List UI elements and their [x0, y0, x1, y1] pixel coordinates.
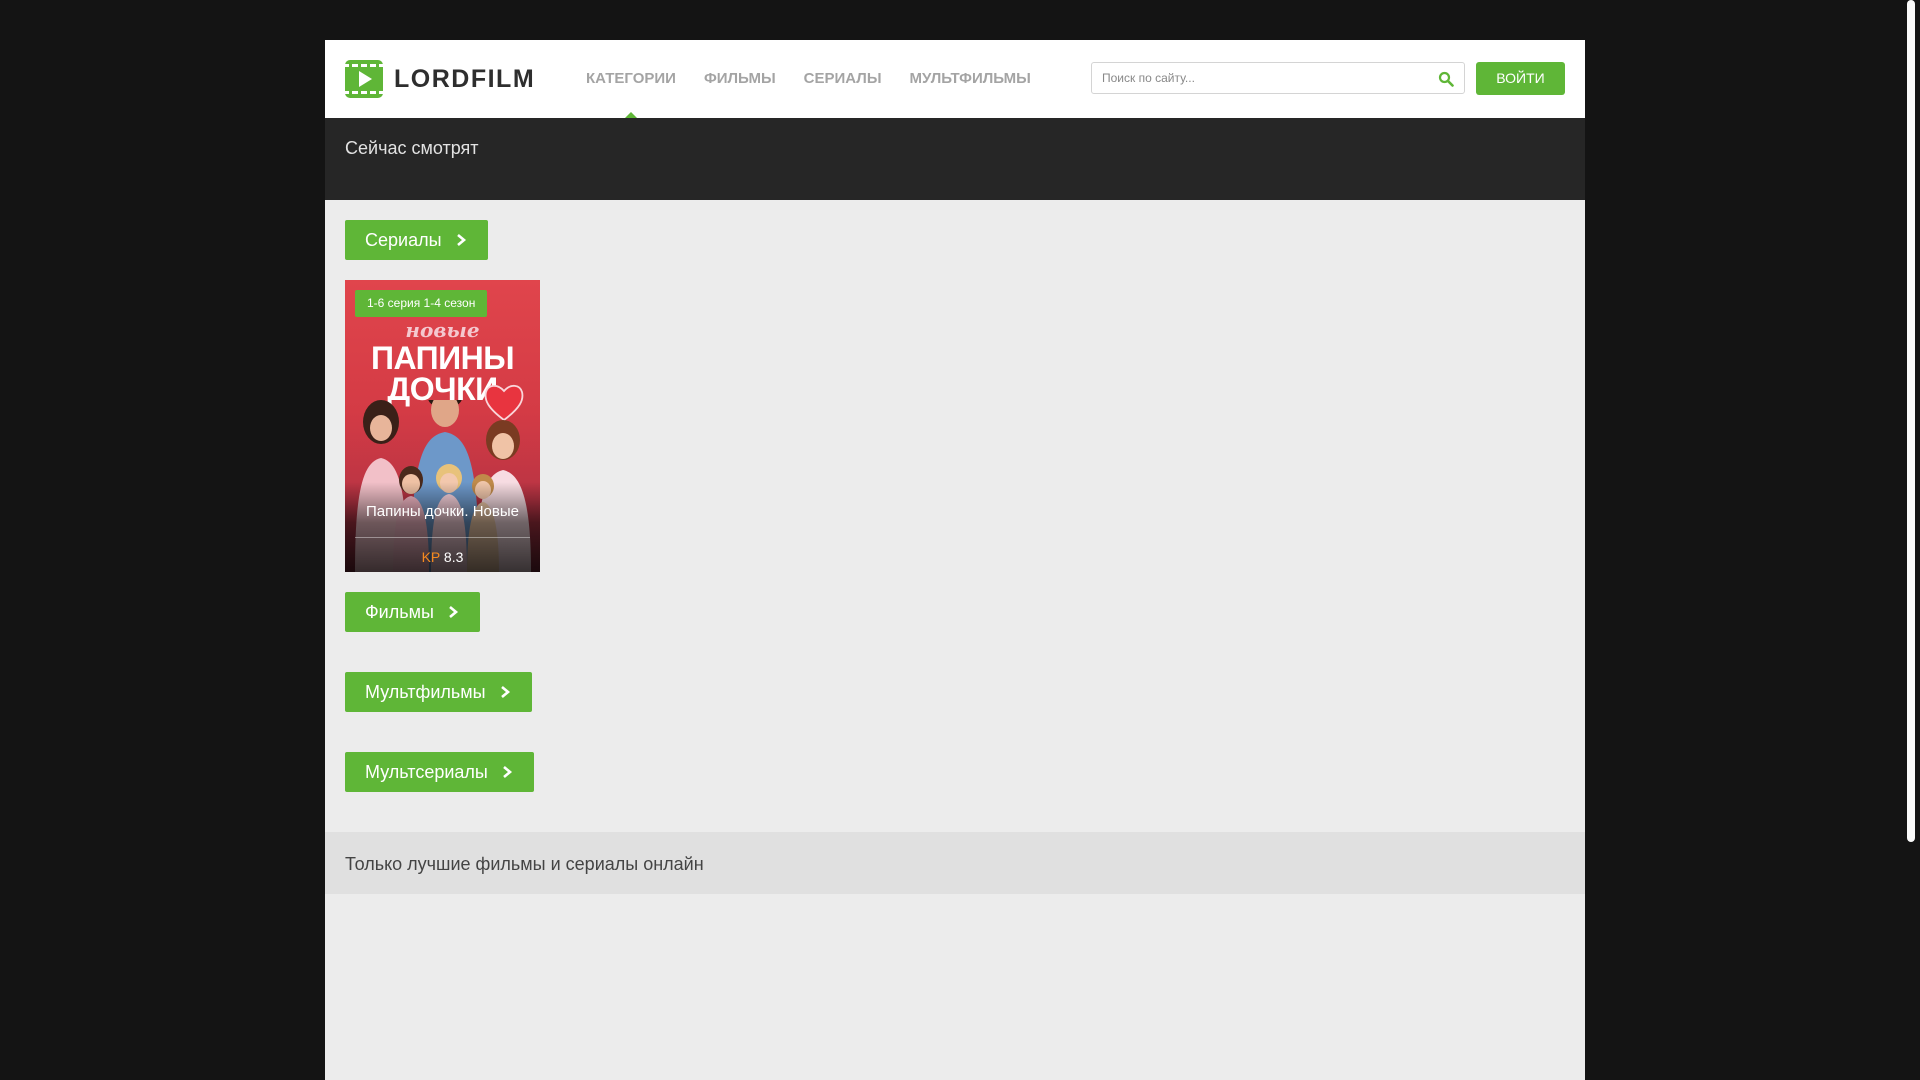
search-icon[interactable]: [1438, 71, 1454, 87]
now-watching-band: Сейчас смотрят: [325, 118, 1585, 200]
episode-badge: 1-6 серия 1-4 сезон: [355, 290, 488, 317]
movie-card[interactable]: новые ПАПИНЫ ДОЧКИ 1-6 серия 1-4 сезон П…: [345, 280, 540, 572]
rating-label: KP: [421, 549, 441, 565]
main-nav: КАТЕГОРИИ ФИЛЬМЫ СЕРИАЛЫ МУЛЬТФИЛЬМЫ: [572, 40, 1045, 118]
card-title: Папины дочки. Новые: [366, 503, 519, 520]
rating-value: 8.3: [443, 549, 464, 565]
now-watching-title: Сейчас смотрят: [345, 138, 479, 158]
poster-text: ПАПИНЫ: [370, 340, 515, 376]
nav-item-series[interactable]: СЕРИАЛЫ: [790, 40, 896, 118]
site-logo[interactable]: LORDFILM: [345, 60, 535, 98]
site-header: LORDFILM КАТЕГОРИИ ФИЛЬМЫ СЕРИАЛЫ МУЛЬТФ…: [325, 40, 1585, 118]
card-rating: KP 8.3: [345, 549, 540, 565]
scrollbar[interactable]: [1903, 0, 1920, 1080]
footer-band: Только лучшие фильмы и сериалы онлайн: [325, 832, 1585, 894]
section-label: Фильмы: [365, 602, 434, 622]
login-button[interactable]: ВОЙТИ: [1476, 62, 1565, 95]
chevron-right-icon: [503, 766, 512, 778]
section-button-cartoons[interactable]: Мультфильмы: [345, 672, 532, 712]
chevron-right-icon: [456, 234, 466, 246]
section-label: Сериалы: [365, 230, 442, 250]
section-button-series[interactable]: Сериалы: [345, 220, 488, 260]
nav-item-cartoons[interactable]: МУЛЬТФИЛЬМЫ: [896, 40, 1045, 118]
scrollbar-thumb[interactable]: [1907, 0, 1915, 842]
chevron-right-icon: [500, 686, 510, 698]
logo-text: LORDFILM: [394, 64, 536, 93]
section-button-films[interactable]: Фильмы: [345, 592, 480, 632]
section-label: Мультсериалы: [365, 762, 488, 782]
nav-item-categories[interactable]: КАТЕГОРИИ: [572, 40, 690, 118]
section-button-animated-series[interactable]: Мультсериалы: [345, 752, 534, 792]
footer-text: Только лучшие фильмы и сериалы онлайн: [345, 854, 704, 874]
section-label: Мультфильмы: [365, 682, 486, 702]
card-divider: [355, 537, 530, 538]
nav-item-films[interactable]: ФИЛЬМЫ: [690, 40, 790, 118]
search-input[interactable]: [1092, 63, 1442, 93]
poster-text: новые: [405, 318, 480, 342]
page-container: LORDFILM КАТЕГОРИИ ФИЛЬМЫ СЕРИАЛЫ МУЛЬТФ…: [325, 40, 1585, 1080]
search-box: [1091, 62, 1465, 94]
film-play-icon: [345, 60, 383, 98]
chevron-right-icon: [449, 606, 458, 618]
